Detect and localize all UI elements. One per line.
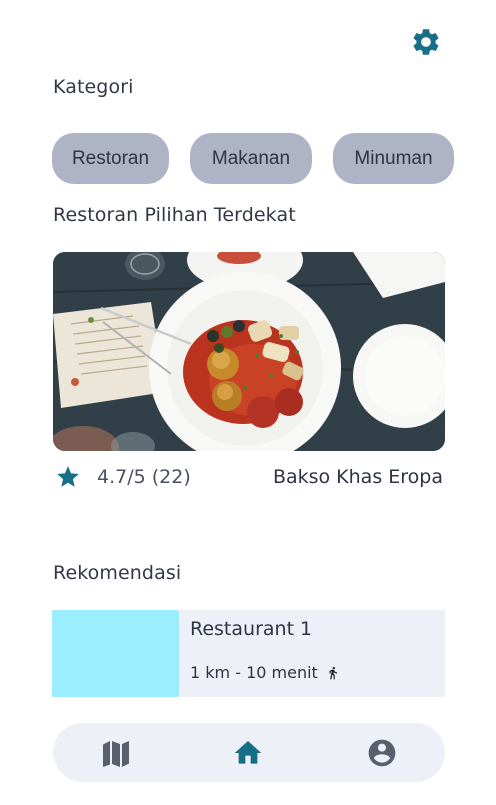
featured-restaurant-name[interactable]: Bakso Khas Eropa	[273, 466, 443, 488]
category-chip-restoran[interactable]: Restoran	[52, 133, 169, 184]
bottom-navigation	[53, 723, 445, 782]
gear-icon	[413, 29, 439, 55]
walking-icon	[329, 666, 337, 679]
recommendation-distance: 1 km - 10 menit	[190, 663, 340, 682]
rating-value: 4.7/5 (22)	[97, 466, 191, 488]
recommendation-distance-text: 1 km - 10 menit	[190, 663, 318, 682]
home-icon	[234, 741, 262, 764]
categories-heading: Kategori	[53, 76, 134, 98]
recommendation-title: Restaurant 1	[190, 618, 313, 640]
recommendation-card[interactable]: Restaurant 1 1 km - 10 menit	[52, 610, 445, 697]
map-icon	[103, 741, 129, 767]
featured-restaurant-image[interactable]	[53, 252, 445, 451]
settings-button[interactable]	[410, 26, 442, 58]
account-icon	[368, 739, 396, 767]
recommendation-thumbnail	[52, 610, 179, 697]
nearby-heading: Restoran Pilihan Terdekat	[53, 204, 296, 226]
category-chip-minuman[interactable]: Minuman	[333, 133, 454, 184]
recommendations-heading: Rekomendasi	[53, 562, 182, 584]
nav-home-button[interactable]	[232, 737, 264, 769]
category-chip-makanan[interactable]: Makanan	[190, 133, 312, 184]
star-icon	[57, 466, 79, 487]
featured-restaurant-info: 4.7/5 (22) Bakso Khas Eropa	[53, 462, 445, 492]
nav-profile-button[interactable]	[366, 737, 398, 769]
nav-map-button[interactable]	[100, 737, 132, 769]
